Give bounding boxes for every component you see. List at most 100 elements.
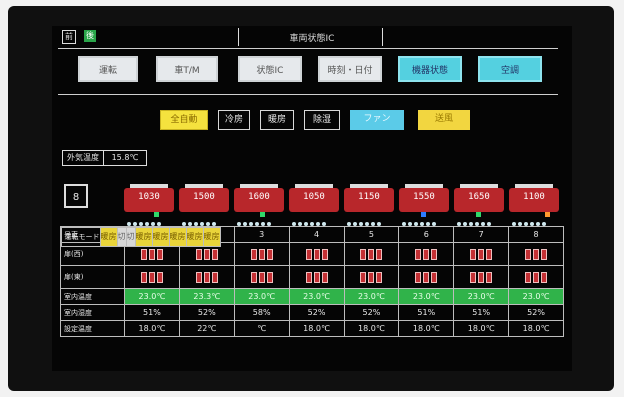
equipment-status-button[interactable]: 機器状態 [398,56,462,82]
rear-tag[interactable]: 後 [84,30,96,42]
mode-cell[interactable]: 暖房 [99,226,118,247]
door-icon [140,271,164,283]
operation-button[interactable]: 運転 [78,56,138,82]
door-status-cell [288,242,345,266]
table-row: 室内湿度 51% 52% 58% 52% 52% 51% 51% 52% [60,304,564,321]
car-number-label: 1500 [193,192,215,202]
humidity-cell: 52% [178,304,235,321]
page-title: 車両状態IC [289,34,335,44]
table-row: 運転モード 暖房 切 切 暖房 暖房 暖房 暖房 暖房 [60,226,221,247]
door-icon [305,271,329,283]
door-icon [359,248,383,260]
setpoint-cell[interactable]: ℃ [233,320,290,337]
bogie-icon [291,212,337,226]
door-status-cell [233,265,290,289]
mode-cooling[interactable]: 冷房 [218,110,250,130]
door-icon [250,248,274,260]
mode-cell[interactable]: 暖房 [151,226,170,247]
car-number-cell: 4 [288,226,345,243]
mode-cell[interactable]: 暖房 [185,226,204,247]
car-count-box[interactable]: 8 [64,184,88,208]
setpoint-cell[interactable]: 18.0℃ [124,320,180,337]
mode-full-auto[interactable]: 全自動 [160,110,208,130]
door-status-cell [343,242,400,266]
car-number-cell: 6 [398,226,455,243]
mode-cell[interactable]: 切 [116,226,127,247]
car-number-cell: 3 [233,226,290,243]
door-status-cell [398,265,455,289]
setpoint-cell[interactable]: 18.0℃ [288,320,345,337]
mode-cell[interactable]: 切 [125,226,136,247]
setpoint-cell[interactable]: 18.0℃ [398,320,455,337]
function-button-row: 運転 車T/M 状態IC 時刻・日付 機器状態 空調 [78,56,548,88]
temperature-cell: 23.0℃ [124,288,180,305]
mode-ventilation[interactable]: 送風 [418,110,470,130]
car-status-table: 号車 1 2 3 4 5 6 7 8 扉(西) 扉(東) [60,226,564,337]
car-number-label: 1550 [413,192,435,202]
train-car: 1650 [454,184,504,226]
temperature-cell: 23.0℃ [233,288,290,305]
row-label: 室内湿度 [60,304,125,321]
bogie-icon [236,212,282,226]
door-icon [469,271,493,283]
humidity-cell: 51% [124,304,180,321]
setpoint-cell[interactable]: 18.0℃ [453,320,510,337]
humidity-cell: 51% [453,304,510,321]
door-icon [359,271,383,283]
train-car: 1500 [179,184,229,226]
temperature-cell: 23.0℃ [288,288,345,305]
mode-cell[interactable]: 暖房 [134,226,153,247]
temperature-cell: 23.0℃ [398,288,455,305]
temperature-cell: 23.3℃ [178,288,235,305]
train-car: 1600 [234,184,284,226]
car-number-cell: 7 [453,226,510,243]
bogie-icon [181,212,227,226]
car-number-cell: 8 [508,226,564,243]
ac-mode-row: 全自動 冷房 暖房 除湿 ファン 送風 [52,110,572,132]
mode-heating[interactable]: 暖房 [260,110,294,130]
status-indicator-icon [154,212,159,217]
row-label: 運転モード [60,226,101,247]
door-status-cell [508,265,564,289]
setpoint-cell[interactable]: 18.0℃ [343,320,400,337]
door-status-cell [233,242,290,266]
mode-cell[interactable]: 暖房 [202,226,221,247]
door-icon [195,248,219,260]
humidity-cell: 52% [343,304,400,321]
bogie-icon [346,212,392,226]
door-icon [305,248,329,260]
door-status-cell [508,242,564,266]
mode-fan[interactable]: ファン [350,110,404,130]
status-indicator-icon [260,212,265,217]
status-indicator-icon [421,212,426,217]
button-rule [58,94,558,95]
mode-dehumidify[interactable]: 除湿 [304,110,340,130]
train-car: 1030 [124,184,174,226]
temperature-cell: 23.0℃ [343,288,400,305]
header-rule [58,48,558,49]
temperature-cell: 23.0℃ [508,288,564,305]
door-status-cell [453,242,510,266]
outside-temp-value: 15.8℃ [103,151,146,165]
car-number-label: 1050 [303,192,325,202]
status-ic-button[interactable]: 状態IC [238,56,302,82]
temperature-cell: 23.0℃ [453,288,510,305]
door-icon [195,271,219,283]
train-diagram: 1030 1500 1600 1050 1150 1550 1650 1100 [124,184,564,226]
date-time-button[interactable]: 時刻・日付 [318,56,382,82]
door-icon [524,271,548,283]
car-number-label: 1100 [523,192,545,202]
setpoint-cell[interactable]: 18.0℃ [508,320,564,337]
humidity-cell: 52% [508,304,564,321]
row-label: 室内温度 [60,288,125,305]
car-tm-button[interactable]: 車T/M [156,56,218,82]
row-label: 扉(東) [60,265,125,289]
air-conditioning-button[interactable]: 空調 [478,56,542,82]
outside-temperature: 外気温度 15.8℃ [62,150,147,166]
row-label: 設定温度 [60,320,125,337]
front-tag[interactable]: 前 [62,30,76,44]
train-car: 1550 [399,184,449,226]
setpoint-cell[interactable]: 22℃ [178,320,235,337]
train-car: 1050 [289,184,339,226]
mode-cell[interactable]: 暖房 [168,226,187,247]
